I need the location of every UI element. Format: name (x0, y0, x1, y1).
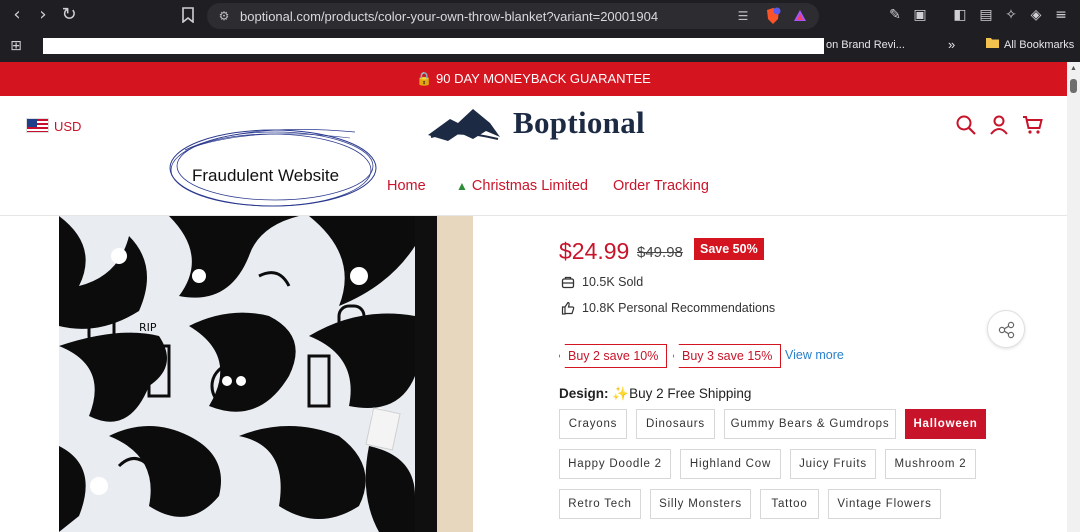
currency-selector[interactable]: USD (54, 119, 81, 134)
thumbs-up-icon (561, 301, 575, 315)
bookmark-item[interactable]: on Brand Revi... (826, 39, 905, 51)
redacted-bookmarks (43, 38, 824, 54)
screenshot-icon[interactable]: ▣ (910, 5, 930, 25)
wallet-icon[interactable]: ▤ (976, 5, 996, 25)
vpn-icon[interactable]: ◈ (1026, 5, 1046, 25)
bag-icon (561, 276, 575, 289)
all-bookmarks[interactable]: All Bookmarks (1004, 39, 1074, 51)
design-option[interactable]: Crayons (559, 409, 627, 439)
scroll-up-icon[interactable]: ▲ (1069, 64, 1078, 73)
shipping-note: Buy 2 Free Shipping (629, 386, 752, 401)
design-option[interactable]: Gummy Bears & Gumdrops (724, 409, 896, 439)
nav-christmas-limited[interactable]: ▲ Christmas Limited (456, 178, 588, 194)
design-option[interactable]: Happy Doodle 2 (559, 449, 671, 479)
blanket-photo: RIP RIP (59, 216, 437, 532)
forward-icon[interactable]: › (32, 4, 54, 26)
cart-icon[interactable] (1022, 114, 1044, 136)
folder-icon (986, 37, 999, 51)
nav-christmas-label: Christmas Limited (471, 178, 588, 194)
design-label-text: Design: (559, 386, 609, 401)
tombstone-text-2: RIP (344, 318, 362, 331)
product-section: RIP RIP $24.99 $49.98 Save 50% 10.5K Sol… (0, 216, 1067, 532)
us-flag-icon[interactable] (26, 118, 49, 133)
logo-text[interactable]: Boptional (513, 105, 645, 141)
site-info-icon[interactable]: ⚙ (216, 8, 232, 24)
share-button[interactable] (987, 310, 1025, 348)
menu-icon[interactable]: ≡ (1051, 5, 1071, 25)
guarantee-banner: 🔒 90 DAY MONEYBACK GUARANTEE (0, 62, 1067, 96)
bookmarks-overflow-icon[interactable]: » (948, 37, 955, 52)
reload-icon[interactable]: ↻ (58, 4, 80, 26)
design-option[interactable]: Mushroom 2 (885, 449, 976, 479)
apps-grid-icon[interactable]: ⊞ (6, 36, 26, 56)
bookmark-icon[interactable] (177, 4, 199, 26)
design-label: Design: ✨Buy 2 Free Shipping (559, 386, 751, 402)
scroll-thumb[interactable] (1070, 79, 1077, 93)
fraud-annotation: Fraudulent Website (192, 166, 340, 185)
nav-home[interactable]: Home (387, 178, 426, 194)
design-option[interactable]: Vintage Flowers (828, 489, 941, 519)
tombstone-text: RIP (139, 321, 157, 334)
design-option[interactable]: Juicy Fruits (790, 449, 876, 479)
brave-shield-icon[interactable] (764, 7, 782, 25)
url-text: boptional.com/products/color-your-own-th… (240, 9, 659, 24)
bookmarks-bar: ⊞ on Brand Revi... » All Bookmarks (0, 31, 1080, 62)
product-image[interactable]: RIP RIP (59, 216, 473, 532)
design-option[interactable]: Tattoo (760, 489, 819, 519)
brave-rewards-icon[interactable] (792, 8, 808, 24)
mountain-logo-icon[interactable] (428, 103, 503, 145)
account-icon[interactable] (988, 114, 1010, 136)
compare-price: $49.98 (637, 244, 683, 261)
promo-buy-2[interactable]: Buy 2 save 10% (559, 344, 668, 368)
view-more-link[interactable]: View more (785, 348, 844, 362)
tree-icon: ▲ (456, 179, 468, 193)
save-badge: Save 50% (694, 238, 764, 260)
design-option-selected[interactable]: Halloween (905, 409, 986, 439)
design-option[interactable]: Silly Monsters (650, 489, 751, 519)
search-icon[interactable] (955, 114, 977, 136)
leo-ai-icon[interactable]: ✧ (1001, 5, 1021, 25)
back-icon[interactable]: ‹ (6, 4, 28, 26)
sale-price: $24.99 (559, 238, 630, 264)
browser-toolbar: ‹ › ↻ ⚙ boptional.com/products/color-you… (0, 0, 1080, 31)
recommendations-text: 10.8K Personal Recommendations (582, 301, 776, 315)
extensions-icon[interactable]: ✎ (885, 5, 905, 25)
promo-buy-3[interactable]: Buy 3 save 15% (673, 344, 782, 368)
share-icon (998, 321, 1015, 339)
sold-text: 10.5K Sold (582, 275, 644, 289)
browser-chrome: ‹ › ↻ ⚙ boptional.com/products/color-you… (0, 0, 1080, 62)
reader-mode-icon[interactable]: ☰ (735, 8, 751, 24)
address-bar[interactable]: ⚙ boptional.com/products/color-your-own-… (207, 3, 819, 29)
lock-icon: 🔒 (416, 71, 433, 86)
design-option[interactable]: Highland Cow (680, 449, 781, 479)
design-option[interactable]: Retro Tech (559, 489, 641, 519)
page-scrollbar[interactable]: ▲ (1067, 62, 1080, 532)
halloween-pattern-image: RIP RIP (59, 216, 415, 532)
nav-order-tracking[interactable]: Order Tracking (613, 178, 709, 194)
sparkle-icon: ✨ (612, 386, 630, 401)
guarantee-text: 90 DAY MONEYBACK GUARANTEE (436, 71, 651, 86)
sidebar-icon[interactable]: ◧ (950, 5, 970, 25)
design-option[interactable]: Dinosaurs (636, 409, 715, 439)
site-header: USD Boptional Home ▲ Christmas Limited O… (0, 96, 1067, 216)
